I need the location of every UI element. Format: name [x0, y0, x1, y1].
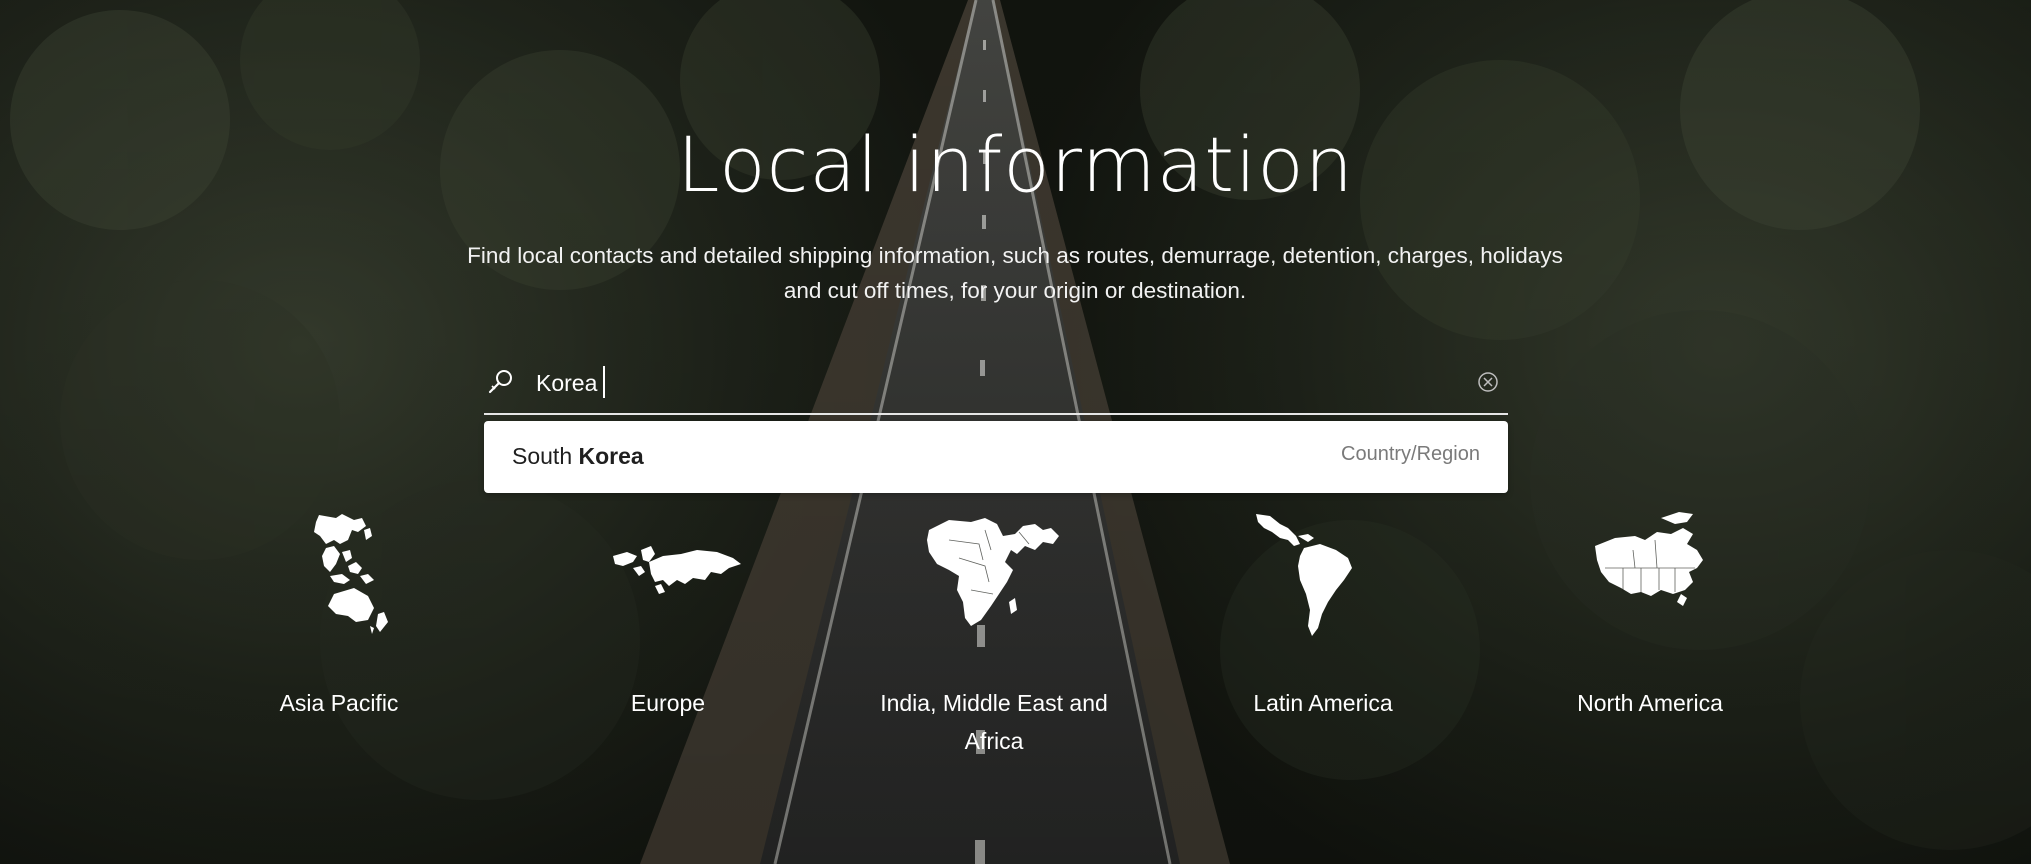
region-north-america[interactable]: North America: [1510, 510, 1790, 722]
search-suggestion[interactable]: South Korea Country/Region: [484, 421, 1508, 493]
suggestion-name: South Korea: [512, 443, 644, 469]
page-subtitle: Find local contacts and detailed shippin…: [467, 243, 1563, 303]
suggestion-match-text: Korea: [578, 443, 644, 469]
region-asia-pacific[interactable]: Asia Pacific: [199, 510, 479, 722]
region-label: Europe: [630, 690, 706, 716]
latin-america-map-icon: [1256, 514, 1352, 636]
africa-map-icon: [927, 518, 1059, 626]
hero-section: Local information Find local contacts an…: [0, 0, 2031, 864]
region-latin-america[interactable]: Latin America: [1183, 510, 1463, 722]
text-cursor: [603, 366, 605, 398]
region-label: North America: [1577, 690, 1723, 716]
hero-content: Local information Find local contacts an…: [0, 0, 2031, 864]
clear-search-icon[interactable]: [1476, 370, 1500, 394]
region-europe[interactable]: Europe: [528, 510, 808, 722]
page-title: Local information: [677, 120, 1354, 209]
europe-map-icon: [613, 546, 741, 594]
suggestion-type: Country/Region: [1341, 443, 1480, 465]
location-search: [484, 357, 1508, 415]
region-label: Asia Pacific: [279, 690, 399, 716]
search-input[interactable]: [536, 363, 1436, 403]
region-label: India, Middle East and Africa: [880, 690, 1108, 754]
north-america-map-icon: [1595, 512, 1703, 606]
region-imea[interactable]: India, Middle East and Africa: [854, 510, 1134, 760]
region-label: Latin America: [1253, 690, 1393, 716]
asia-pacific-map-icon: [314, 514, 388, 634]
search-icon: [488, 370, 512, 394]
